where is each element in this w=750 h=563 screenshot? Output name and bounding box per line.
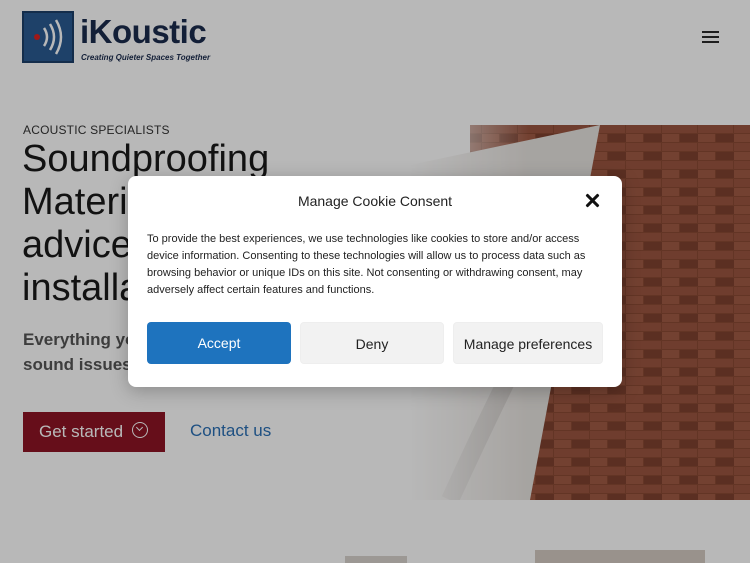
manage-preferences-button[interactable]: Manage preferences (453, 322, 603, 364)
deny-button[interactable]: Deny (300, 322, 444, 364)
accept-button[interactable]: Accept (147, 322, 291, 364)
modal-title: Manage Cookie Consent (297, 193, 453, 209)
cookie-consent-modal: Manage Cookie Consent To provide the bes… (128, 176, 622, 387)
close-icon[interactable] (584, 192, 602, 210)
modal-body-text: To provide the best experiences, we use … (147, 233, 586, 296)
